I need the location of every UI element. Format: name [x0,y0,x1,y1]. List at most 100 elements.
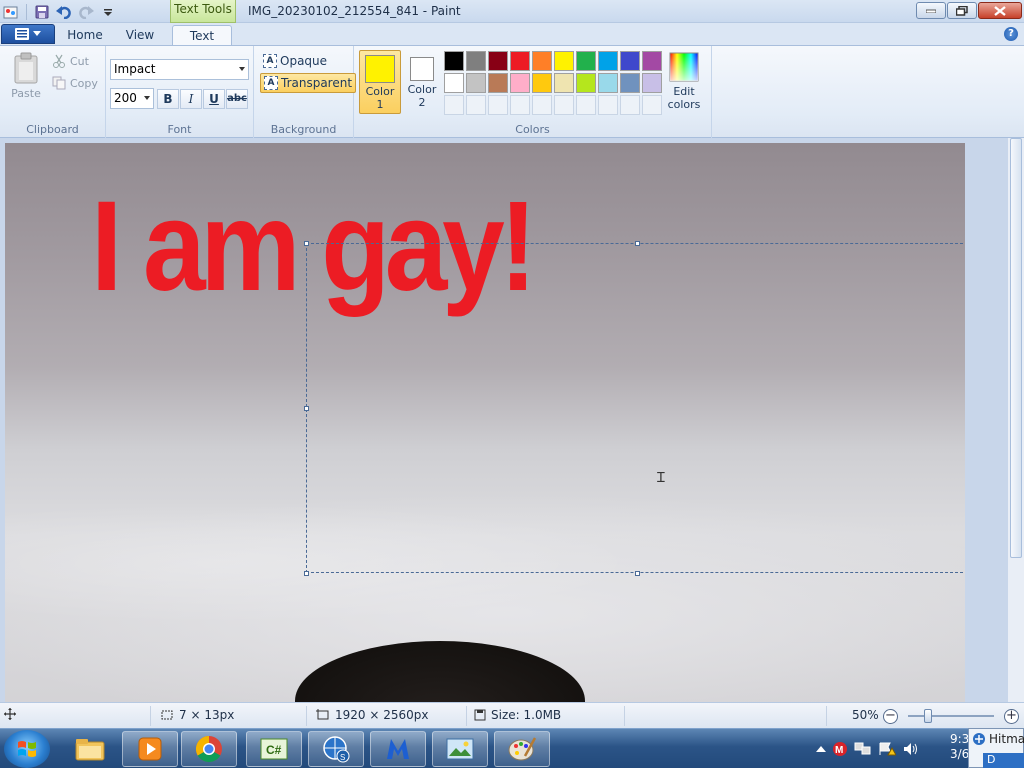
palette-custom-slot[interactable] [532,95,552,115]
file-size: Size: 1.0MB [474,708,561,722]
svg-text:C#: C# [266,743,282,757]
palette-swatch[interactable] [620,73,640,93]
cut-button[interactable]: Cut [52,54,89,68]
palette-swatch[interactable] [598,51,618,71]
notification-button[interactable]: D [983,753,1024,768]
resize-handle-bottom[interactable] [635,571,640,576]
taskbar-paint[interactable] [494,731,550,767]
bold-button[interactable]: B [157,89,179,109]
minimize-button[interactable] [916,2,946,19]
palette-swatch[interactable] [510,73,530,93]
start-button[interactable] [4,730,50,768]
color2-swatch [410,57,434,81]
resize-handle-left[interactable] [304,406,309,411]
undo-icon[interactable] [55,3,73,21]
taskbar-chrome[interactable] [181,731,237,767]
tab-view[interactable]: View [116,25,164,45]
media-player-icon [138,737,162,761]
palette-custom-slot[interactable] [488,95,508,115]
image-canvas[interactable]: I am gay! Ɪ [5,143,965,702]
background-group-label: Background [270,123,337,136]
vertical-scrollbar[interactable] [1007,138,1024,702]
folder-icon [75,739,105,761]
palette-swatch[interactable] [466,73,486,93]
palette-swatch[interactable] [488,73,508,93]
taskbar-photo-viewer[interactable] [432,731,488,767]
text-selection-box[interactable] [306,243,965,573]
color2-button[interactable]: Color 2 [404,50,440,114]
palette-swatch[interactable] [532,51,552,71]
palette-swatch[interactable] [444,73,464,93]
malwarebytes-tray-icon[interactable]: M [832,741,848,757]
zoom-slider-thumb[interactable] [924,709,932,723]
palette-swatch[interactable] [620,51,640,71]
palette-custom-slot[interactable] [598,95,618,115]
resize-handle-top-left[interactable] [304,241,309,246]
paint-menu-button[interactable] [1,24,55,44]
tab-text[interactable]: Text [172,25,232,46]
palette-swatch[interactable] [576,51,596,71]
palette-swatch[interactable] [554,73,574,93]
palette-swatch[interactable] [532,73,552,93]
palette-swatch[interactable] [642,73,662,93]
palette-swatch[interactable] [510,51,530,71]
tab-home[interactable]: Home [60,25,110,45]
zoom-slider-track[interactable] [908,715,994,717]
transparent-button[interactable]: A Transparent [260,73,357,93]
palette-custom-slot[interactable] [576,95,596,115]
resize-handle-top[interactable] [635,241,640,246]
palette-swatch[interactable] [642,51,662,71]
text-tools-context-label: Text Tools [170,0,236,23]
action-center-warning-icon[interactable] [878,741,896,757]
chevron-up-icon[interactable] [816,745,826,753]
scrollbar-thumb[interactable] [1010,138,1022,558]
zoom-in-button[interactable]: + [1004,709,1019,724]
save-icon[interactable] [33,3,51,21]
customize-qat-icon[interactable] [99,3,117,21]
palette-custom-slot[interactable] [554,95,574,115]
font-group-label: Font [167,123,192,136]
notification-popup[interactable]: Hitma D [968,728,1024,768]
scissors-icon [53,54,65,68]
opaque-button[interactable]: A Opaque [260,51,330,71]
zoom-out-button[interactable]: − [883,709,898,724]
palette-custom-slot[interactable] [620,95,640,115]
taskbar-malwarebytes[interactable] [370,731,426,767]
colors-group: Color 1 Color 2 Edit colors Colors [354,46,712,138]
palette-swatch[interactable] [554,51,574,71]
palette-custom-slot[interactable] [510,95,530,115]
color1-label: Color 1 [365,85,395,111]
palette-swatch[interactable] [488,51,508,71]
redo-icon[interactable] [77,3,95,21]
copy-button[interactable]: Copy [52,76,98,90]
network-icon[interactable] [854,741,872,757]
palette-swatch[interactable] [444,51,464,71]
taskbar-explorer[interactable] [62,731,118,767]
taskbar-sync-app[interactable]: S [308,731,364,767]
color1-button[interactable]: Color 1 [359,50,401,114]
palette-swatch[interactable] [466,51,486,71]
resize-handle-bottom-left[interactable] [304,571,309,576]
palette-custom-slot[interactable] [642,95,662,115]
palette-custom-slot[interactable] [444,95,464,115]
volume-icon[interactable] [902,741,918,757]
restore-button[interactable] [947,2,977,19]
clipboard-icon [14,52,38,84]
strikethrough-button[interactable]: abc [226,89,248,109]
palette-custom-slot[interactable] [466,95,486,115]
font-family-select[interactable]: Impact [110,59,249,80]
underline-button[interactable]: U [203,89,225,109]
paint-app-icon[interactable] [2,3,20,21]
close-button[interactable] [978,2,1022,19]
svg-text:M: M [835,745,843,756]
taskbar-media-player[interactable] [122,731,178,767]
palette-swatch[interactable] [598,73,618,93]
paste-button[interactable]: Paste [8,52,44,100]
taskbar-csharp-ide[interactable]: C# [246,731,302,767]
italic-button[interactable]: I [180,89,202,109]
font-size-select[interactable]: 200 [110,88,154,109]
palette-swatch[interactable] [576,73,596,93]
clock[interactable]: 9:3 3/6 [950,732,969,762]
edit-colors-button[interactable]: Edit colors [664,52,704,111]
help-icon[interactable]: ? [1004,27,1018,41]
